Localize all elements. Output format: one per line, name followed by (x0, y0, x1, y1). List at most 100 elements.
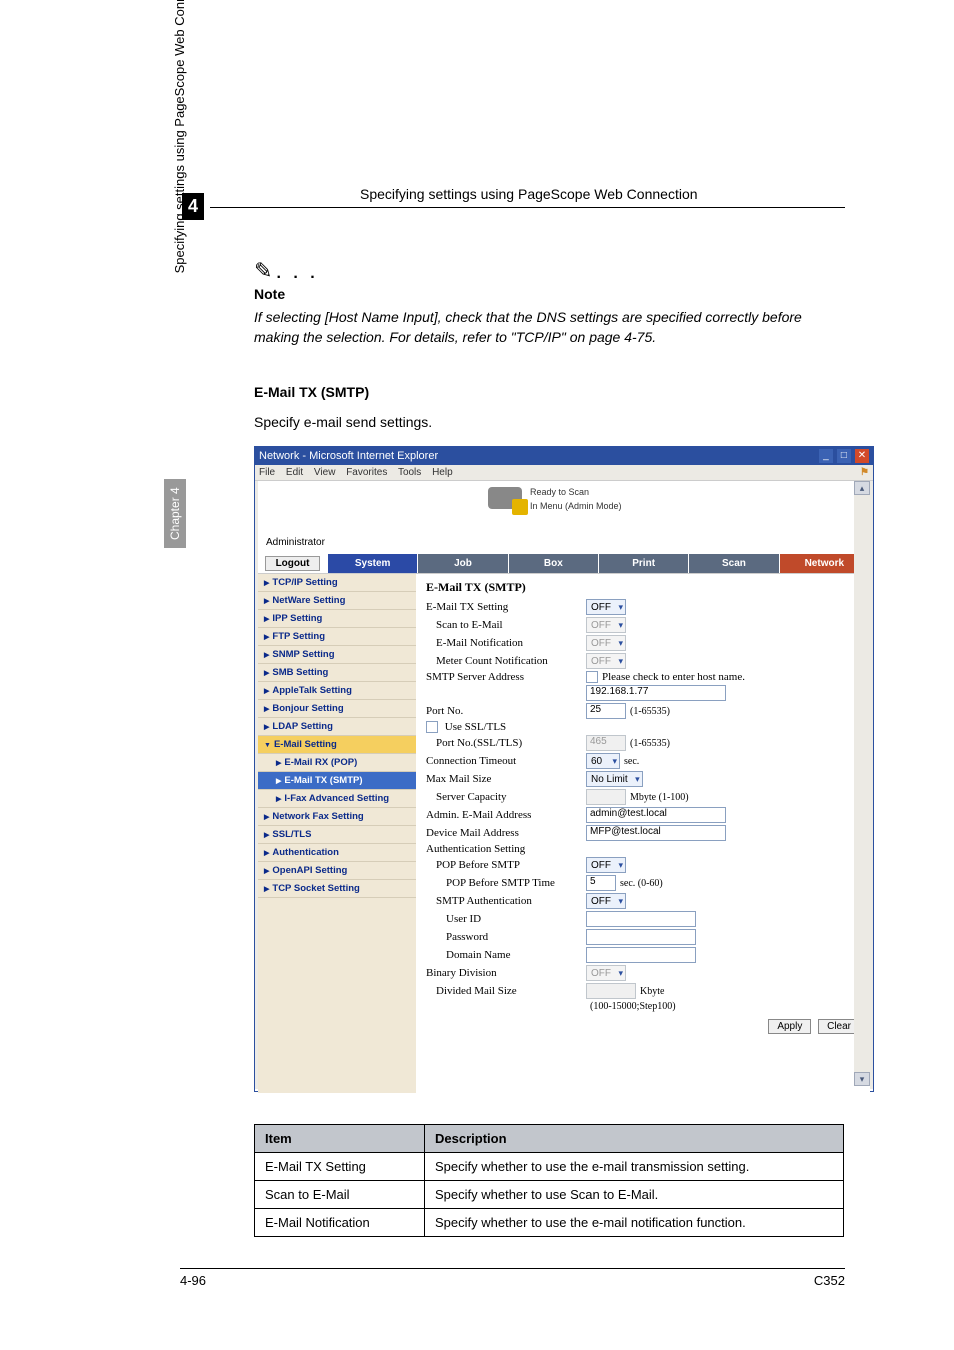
ie-titlebar: Network - Microsoft Internet Explorer _ … (255, 447, 873, 465)
label-maxmail: Max Mail Size (426, 773, 586, 785)
sidebar-item[interactable]: Bonjour Setting (258, 700, 416, 718)
cell-desc: Specify whether to use the e-mail transm… (425, 1153, 844, 1181)
label-smtpauth: SMTP Authentication (426, 895, 586, 907)
admin-row: Administrator (258, 537, 870, 554)
label-scan: Scan to E-Mail (426, 619, 586, 631)
ie-title: Network - Microsoft Internet Explorer (259, 450, 438, 462)
logout-button[interactable]: Logout (265, 556, 321, 571)
hand-icon: ✎ (254, 258, 272, 283)
label-ssl: Use SSL/TLS (445, 721, 506, 733)
status-mode: In Menu (Admin Mode) (530, 501, 622, 511)
sidebar-sub[interactable]: E-Mail RX (POP) (258, 754, 416, 772)
check-text: Please check to enter host name. (602, 671, 745, 683)
th-desc: Description (425, 1125, 844, 1153)
scrollbar[interactable]: ▴ ▾ (854, 481, 870, 1086)
timeout-unit: sec. (624, 756, 639, 767)
input-capacity[interactable] (586, 789, 626, 805)
label-deviceaddr: Device Mail Address (426, 827, 586, 839)
tab-print[interactable]: Print (599, 554, 689, 573)
sidebar-item[interactable]: IPP Setting (258, 610, 416, 628)
tab-scan[interactable]: Scan (689, 554, 779, 573)
table-row: E-Mail TX Setting Specify whether to use… (255, 1153, 844, 1181)
scroll-down-icon[interactable]: ▾ (854, 1072, 870, 1086)
sidebar-item[interactable]: SNMP Setting (258, 646, 416, 664)
label-notif: E-Mail Notification (426, 637, 586, 649)
input-userid[interactable] (586, 911, 696, 927)
input-poptime[interactable]: 5 (586, 875, 616, 891)
sidebar-item[interactable]: NetWare Setting (258, 592, 416, 610)
sidebar-item-open[interactable]: E-Mail Setting (258, 736, 416, 754)
input-port[interactable]: 25 (586, 703, 626, 719)
pscope-header: Ready to Scan In Menu (Admin Mode) (258, 481, 870, 537)
sidebar-item[interactable]: Network Fax Setting (258, 808, 416, 826)
sidebar-item[interactable]: TCP Socket Setting (258, 880, 416, 898)
label-meter: Meter Count Notification (426, 655, 586, 667)
input-server[interactable]: 192.168.1.77 (586, 685, 726, 701)
capacity-unit: Mbyte (1-100) (630, 792, 689, 803)
label-password: Password (426, 931, 586, 943)
sidebar-item[interactable]: OpenAPI Setting (258, 862, 416, 880)
input-password[interactable] (586, 929, 696, 945)
menu-edit[interactable]: Edit (286, 467, 303, 478)
sidebar-sub[interactable]: I-Fax Advanced Setting (258, 790, 416, 808)
select-binarydiv[interactable]: OFF (586, 965, 626, 981)
sidebar-sub-selected[interactable]: E-Mail TX (SMTP) (258, 772, 416, 790)
tab-job[interactable]: Job (418, 554, 508, 573)
select-scan[interactable]: OFF (586, 617, 626, 633)
input-domain[interactable] (586, 947, 696, 963)
menu-view[interactable]: View (314, 467, 336, 478)
sidebar-item[interactable]: SMB Setting (258, 664, 416, 682)
input-portssl[interactable]: 465 (586, 735, 626, 751)
select-timeout[interactable]: 60 (586, 753, 620, 769)
label-port: Port No. (426, 705, 586, 717)
ie-flag-icon: ⚑ (860, 467, 869, 478)
sidebar-item[interactable]: SSL/TLS (258, 826, 416, 844)
close-button[interactable]: ✕ (855, 449, 869, 463)
input-divsize[interactable] (586, 983, 636, 999)
sidebar-item[interactable]: Authentication (258, 844, 416, 862)
label-poptime: POP Before SMTP Time (426, 877, 586, 889)
checkbox-hostname[interactable] (586, 671, 598, 683)
footer-page: 4-96 (180, 1273, 206, 1288)
page-header: Specifying settings using PageScope Web … (360, 186, 698, 202)
menu-favorites[interactable]: Favorites (346, 467, 387, 478)
select-smtpauth[interactable]: OFF (586, 893, 626, 909)
apply-button[interactable]: Apply (768, 1019, 811, 1034)
select-meter[interactable]: OFF (586, 653, 626, 669)
poptime-unit: sec. (0-60) (620, 878, 663, 889)
scroll-up-icon[interactable]: ▴ (854, 481, 870, 495)
note-block: ✎. . . Note If selecting [Host Name Inpu… (254, 258, 844, 347)
select-emailtx[interactable]: OFF (586, 599, 626, 615)
ie-content: Ready to Scan In Menu (Admin Mode) Admin… (255, 481, 873, 1089)
sidebar-item[interactable]: AppleTalk Setting (258, 682, 416, 700)
note-body: If selecting [Host Name Input], check th… (254, 308, 844, 347)
label-authset: Authentication Setting (426, 843, 586, 855)
sidebar-item[interactable]: LDAP Setting (258, 718, 416, 736)
select-maxmail[interactable]: No Limit (586, 771, 643, 787)
portssl-range: (1-65535) (630, 738, 670, 749)
input-adminaddr[interactable]: admin@test.local (586, 807, 726, 823)
menu-help[interactable]: Help (432, 467, 453, 478)
section-heading: E-Mail TX (SMTP) (254, 384, 369, 400)
label-adminaddr: Admin. E-Mail Address (426, 809, 586, 821)
sidebar-item[interactable]: FTP Setting (258, 628, 416, 646)
note-dots: . . . (276, 265, 318, 282)
minimize-button[interactable]: _ (819, 449, 833, 463)
label-emailtx: E-Mail TX Setting (426, 601, 586, 613)
label-popbefore: POP Before SMTP (426, 859, 586, 871)
menu-file[interactable]: File (259, 467, 275, 478)
select-popbefore[interactable]: OFF (586, 857, 626, 873)
input-deviceaddr[interactable]: MFP@test.local (586, 825, 726, 841)
sidebar: TCP/IP Setting NetWare Setting IPP Setti… (258, 574, 416, 1093)
tab-system[interactable]: System (328, 554, 418, 573)
menu-tools[interactable]: Tools (398, 467, 421, 478)
select-notif[interactable]: OFF (586, 635, 626, 651)
tab-box[interactable]: Box (509, 554, 599, 573)
th-item: Item (255, 1125, 425, 1153)
maximize-button[interactable]: □ (837, 449, 851, 463)
sidebar-item[interactable]: TCP/IP Setting (258, 574, 416, 592)
admin-label: Administrator (266, 537, 325, 548)
warning-icon (512, 499, 528, 515)
checkbox-ssl[interactable] (426, 721, 438, 733)
label-portssl: Port No.(SSL/TLS) (426, 737, 586, 749)
